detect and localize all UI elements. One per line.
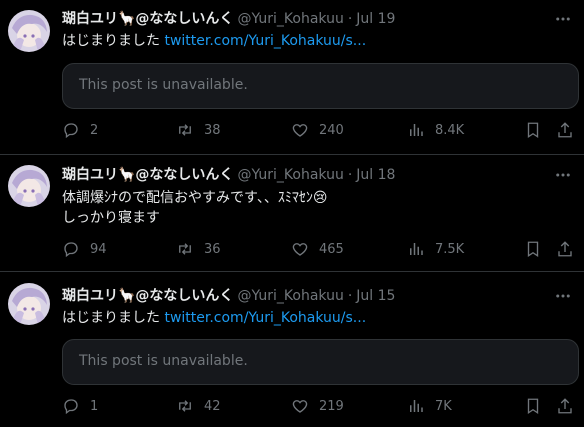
avatar[interactable] [8, 283, 50, 325]
tweet-text-line: はじまりました [62, 310, 165, 326]
retweet-count: 38 [204, 122, 221, 138]
bookmark-icon[interactable] [524, 240, 542, 258]
reply-icon [64, 242, 78, 258]
tweet-text: 体調爆ｼﾅので配信おやすみです、、ｽﾐﾏｾﾝ😢 しっかり寝ます [62, 188, 327, 228]
reply-icon [64, 399, 78, 415]
bookmark-icon[interactable] [524, 121, 542, 139]
tweet[interactable]: 瑚白ユリ🦙@ななしいんく @Yuri_Kohakuu · Jul 18 体調爆ｼ… [0, 155, 584, 271]
views-button[interactable]: 7.5K [407, 240, 464, 258]
user-handle[interactable]: @Yuri_Kohakuu [237, 287, 343, 305]
separator-dot: · [347, 11, 353, 27]
tweet-header: 瑚白ユリ🦙@ななしいんく @Yuri_Kohakuu · Jul 19 [62, 10, 395, 28]
views-button[interactable]: 7K [407, 397, 452, 415]
reply-button[interactable]: 1 [62, 397, 98, 415]
heart-icon [292, 243, 308, 256]
heart-icon [292, 124, 308, 137]
reply-count: 2 [90, 122, 99, 138]
like-count: 219 [319, 398, 344, 414]
heart-icon [292, 400, 308, 413]
tweet-header: 瑚白ユリ🦙@ななしいんく @Yuri_Kohakuu · Jul 18 [62, 166, 395, 184]
timestamp[interactable]: Jul 18 [356, 166, 395, 184]
retweet-button[interactable]: 38 [176, 121, 221, 139]
retweet-count: 36 [204, 241, 221, 257]
tweet[interactable]: 瑚白ユリ🦙@ななしいんく @Yuri_Kohakuu · Jul 15 はじまり… [0, 272, 584, 427]
views-icon [410, 400, 423, 412]
more-icon[interactable] [554, 287, 572, 305]
retweet-button[interactable]: 42 [176, 397, 221, 415]
user-handle[interactable]: @Yuri_Kohakuu [237, 166, 343, 184]
tweet-actions: 94 36 465 7.5K [62, 240, 584, 260]
user-handle[interactable]: @Yuri_Kohakuu [237, 10, 343, 28]
reply-count: 94 [90, 241, 107, 257]
like-button[interactable]: 465 [291, 240, 344, 258]
tweet-actions: 2 38 240 8.4K [62, 121, 584, 141]
reply-button[interactable]: 94 [62, 240, 107, 258]
avatar[interactable] [8, 10, 50, 52]
bookmark-icon[interactable] [524, 397, 542, 415]
tweet-header: 瑚白ユリ🦙@ななしいんく @Yuri_Kohakuu · Jul 15 [62, 287, 395, 305]
timestamp[interactable]: Jul 19 [356, 10, 395, 28]
timestamp[interactable]: Jul 15 [356, 287, 395, 305]
tweet-link[interactable]: twitter.com/Yuri_Kohakuu/s... [164, 310, 366, 326]
views-button[interactable]: 8.4K [407, 121, 464, 139]
retweet-count: 42 [204, 398, 221, 414]
display-name[interactable]: 瑚白ユリ🦙@ななしいんく [62, 166, 233, 184]
retweet-icon [179, 400, 191, 412]
tweet-text-line: しっかり寝ます [62, 210, 160, 226]
tweet-actions: 1 42 219 7K [62, 397, 584, 417]
views-icon [410, 243, 423, 255]
reply-count: 1 [90, 398, 99, 414]
share-icon[interactable] [556, 397, 574, 415]
tweet[interactable]: 瑚白ユリ🦙@ななしいんく @Yuri_Kohakuu · Jul 19 はじまり… [0, 0, 584, 154]
more-icon[interactable] [554, 166, 572, 184]
separator-dot: · [347, 288, 353, 304]
reply-icon [64, 123, 78, 139]
tweet-text: はじまりました twitter.com/Yuri_Kohakuu/s... [62, 308, 366, 328]
views-icon [410, 124, 423, 136]
view-count: 7.5K [435, 241, 465, 257]
share-icon[interactable] [556, 121, 574, 139]
retweet-icon [179, 243, 191, 255]
like-count: 240 [319, 122, 344, 138]
like-button[interactable]: 240 [291, 121, 344, 139]
like-count: 465 [319, 241, 344, 257]
retweet-icon [179, 124, 191, 136]
avatar[interactable] [8, 165, 50, 207]
like-button[interactable]: 219 [291, 397, 344, 415]
unavailable-post-card[interactable]: This post is unavailable. [62, 63, 579, 109]
unavailable-post-card[interactable]: This post is unavailable. [62, 339, 579, 385]
more-icon[interactable] [554, 10, 572, 28]
display-name[interactable]: 瑚白ユリ🦙@ななしいんく [62, 10, 233, 28]
tweet-text-line: 体調爆ｼﾅので配信おやすみです、、ｽﾐﾏｾﾝ😢 [62, 190, 328, 206]
card-text: This post is unavailable. [79, 77, 248, 93]
tweet-text: はじまりました twitter.com/Yuri_Kohakuu/s... [62, 31, 366, 51]
display-name[interactable]: 瑚白ユリ🦙@ななしいんく [62, 287, 233, 305]
separator-dot: · [347, 167, 353, 183]
view-count: 7K [435, 398, 452, 414]
reply-button[interactable]: 2 [62, 121, 98, 139]
card-text: This post is unavailable. [79, 353, 248, 369]
view-count: 8.4K [435, 122, 465, 138]
tweet-link[interactable]: twitter.com/Yuri_Kohakuu/s... [164, 33, 366, 49]
share-icon[interactable] [556, 240, 574, 258]
tweet-text-line: はじまりました [62, 33, 165, 49]
retweet-button[interactable]: 36 [176, 240, 221, 258]
